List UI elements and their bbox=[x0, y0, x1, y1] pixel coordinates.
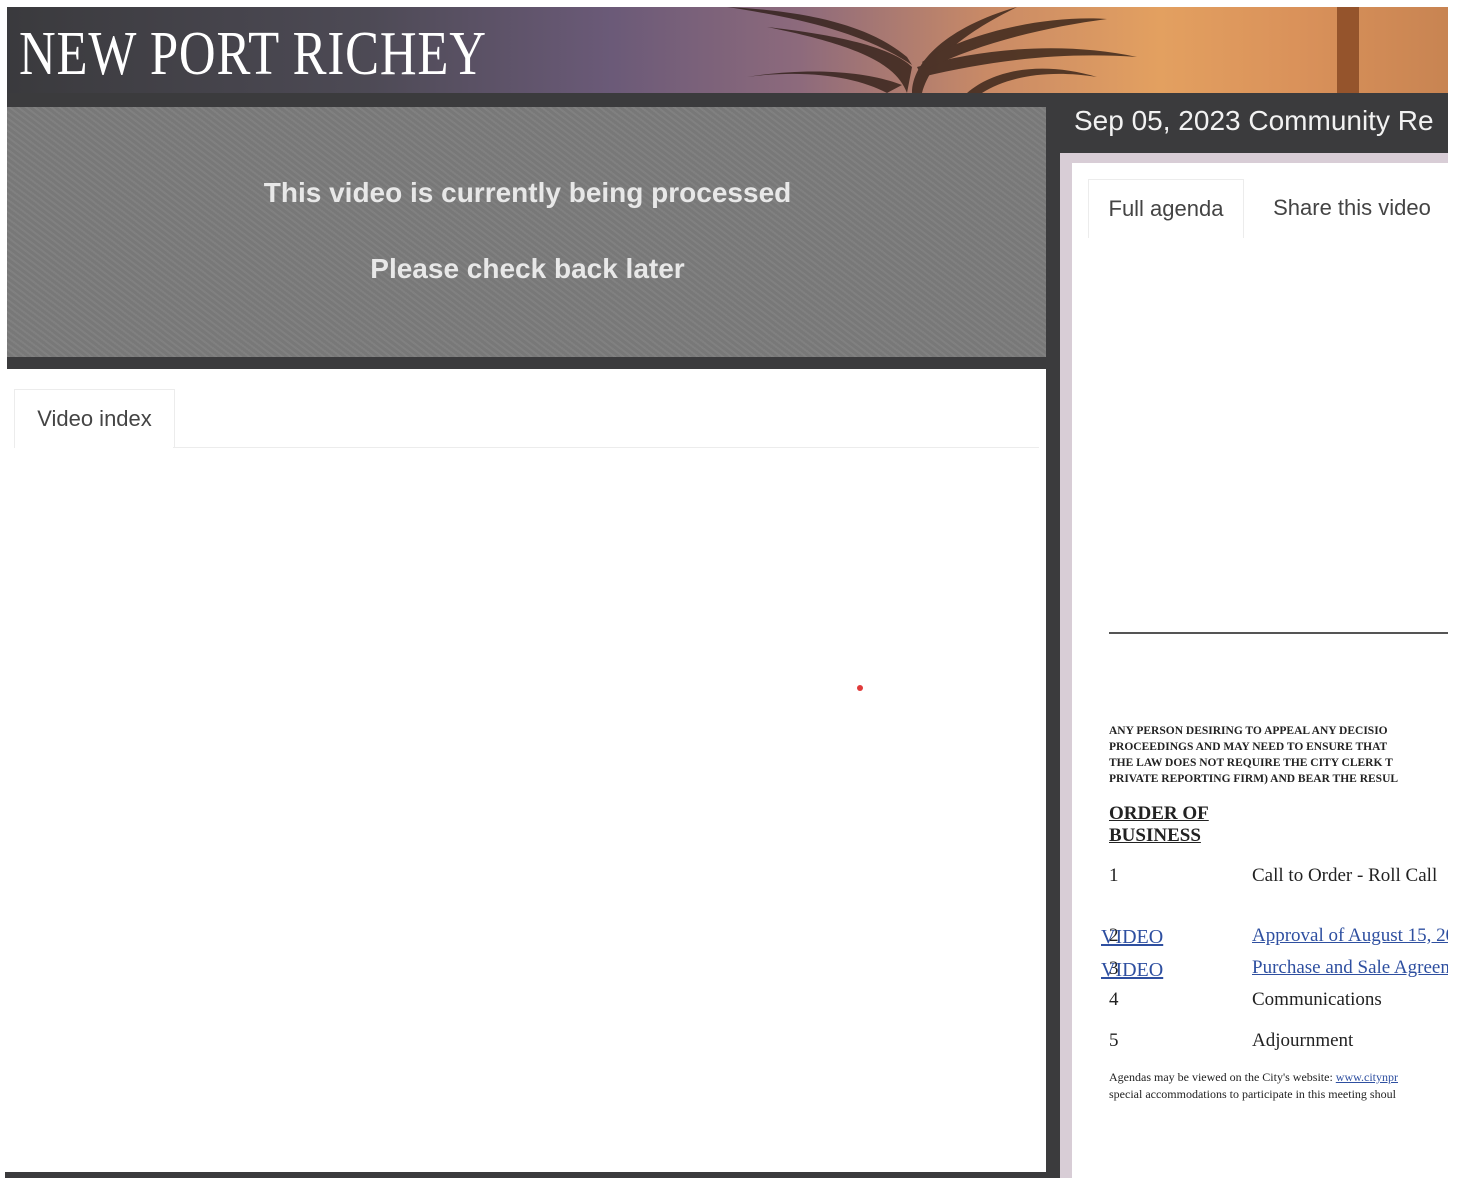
agenda-panel: Full agenda Share this video ANY PERSON … bbox=[1060, 153, 1448, 1178]
appeal-notice-line: ANY PERSON DESIRING TO APPEAL ANY DECISI… bbox=[1109, 725, 1388, 737]
footer-text: Agendas may be viewed on the City's webs… bbox=[1109, 1070, 1333, 1084]
video-player[interactable]: This video is currently being processed … bbox=[7, 107, 1048, 357]
agenda-item-number: 4 bbox=[1109, 989, 1119, 1010]
meeting-title: Sep 05, 2023 Community Re bbox=[1074, 105, 1434, 136]
agenda-item-video-link[interactable]: VIDEO bbox=[1101, 926, 1163, 949]
column-divider bbox=[1046, 107, 1060, 1178]
order-of-business-heading: ORDER OF BUSINESS bbox=[1109, 803, 1209, 846]
video-player-frame: This video is currently being processed … bbox=[7, 107, 1048, 369]
meeting-title-bar: Sep 05, 2023 Community Re bbox=[1060, 93, 1448, 153]
video-check-back-message: Please check back later bbox=[370, 253, 685, 284]
agenda-item-number: 1 bbox=[1109, 865, 1119, 886]
agenda-item-title-link[interactable]: Purchase and Sale Agreem bbox=[1252, 957, 1448, 979]
agenda-item-title-link[interactable]: Approval of August 15, 20 bbox=[1252, 925, 1448, 947]
tab-bar-line bbox=[173, 447, 1039, 448]
agenda-footer-note: Agendas may be viewed on the City's webs… bbox=[1109, 1069, 1448, 1103]
city-website-link[interactable]: www.citynpr bbox=[1336, 1070, 1398, 1084]
appeal-notice-line: PRIVATE REPORTING FIRM) AND BEAR THE RES… bbox=[1109, 773, 1399, 785]
red-dot-marker bbox=[857, 685, 863, 691]
agenda-item-number: 5 bbox=[1109, 1030, 1119, 1051]
video-index-panel: Video index bbox=[7, 369, 1046, 1174]
agenda-divider bbox=[1109, 632, 1448, 634]
agenda-item-video-link[interactable]: VIDEO bbox=[1101, 959, 1163, 982]
tab-share-video[interactable]: Share this video bbox=[1267, 179, 1437, 237]
site-logo[interactable]: NEW PORT RICHEY bbox=[19, 21, 487, 87]
appeal-notice-line: THE LAW DOES NOT REQUIRE THE CITY CLERK … bbox=[1109, 757, 1393, 769]
footer-text: special accommodations to participate in… bbox=[1109, 1087, 1396, 1101]
video-processing-message: This video is currently being processed bbox=[263, 177, 792, 208]
appeal-notice: ANY PERSON DESIRING TO APPEAL ANY DECISI… bbox=[1109, 723, 1448, 787]
appeal-notice-line: PROCEEDINGS AND MAY NEED TO ENSURE THAT bbox=[1109, 741, 1388, 753]
tab-video-index[interactable]: Video index bbox=[14, 389, 175, 448]
agenda-item-title: Adjournment bbox=[1252, 1030, 1354, 1051]
tab-full-agenda[interactable]: Full agenda bbox=[1088, 179, 1244, 238]
agenda-panel-inner: Full agenda Share this video ANY PERSON … bbox=[1072, 163, 1448, 1178]
agenda-item-title: Communications bbox=[1252, 989, 1382, 1010]
site-header: NEW PORT RICHEY bbox=[7, 7, 1448, 93]
agenda-item-title: Call to Order - Roll Call bbox=[1252, 865, 1438, 886]
left-panel-bottom-border bbox=[5, 1172, 1046, 1178]
